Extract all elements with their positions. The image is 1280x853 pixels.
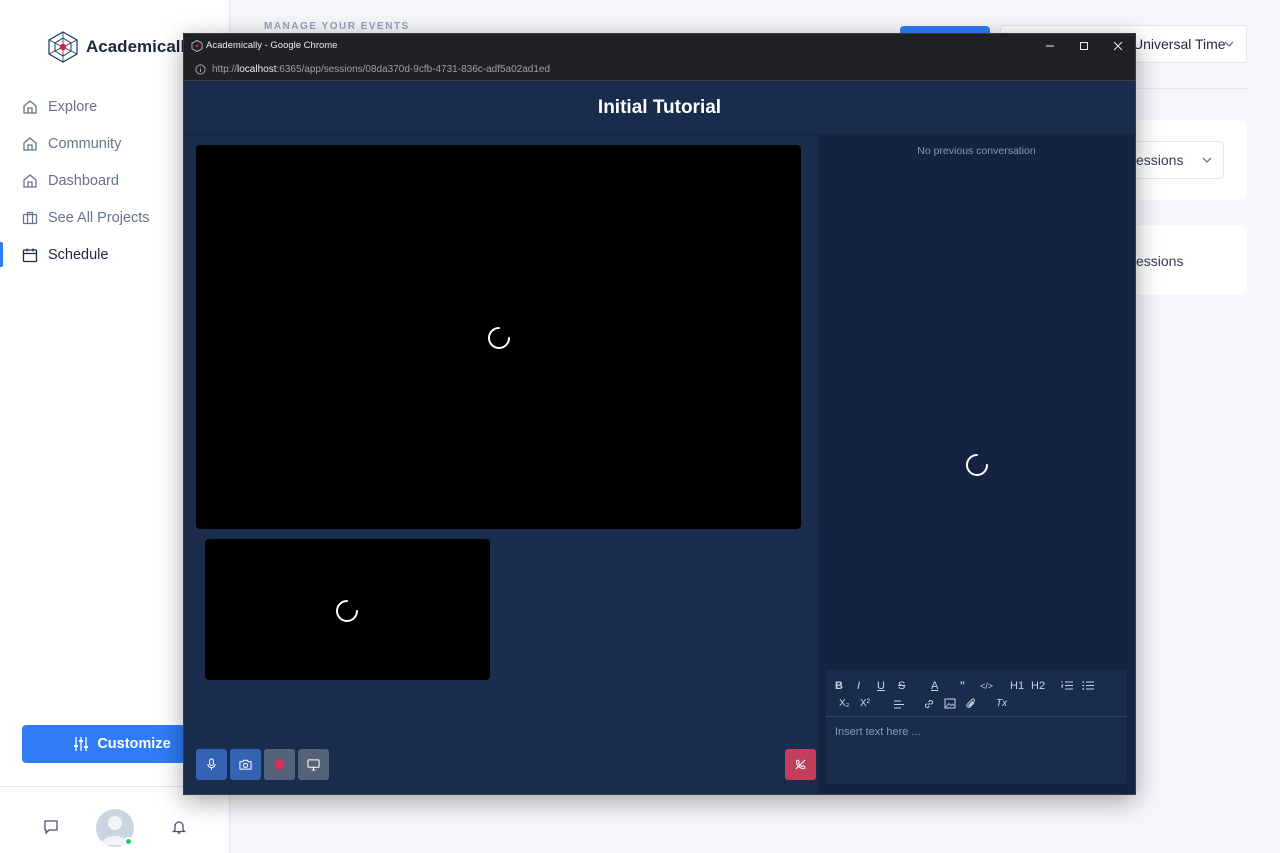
call-controls: [184, 736, 818, 794]
home-icon: [23, 99, 37, 114]
brand-name: Academically: [86, 37, 195, 56]
chat-empty-text: No previous conversation: [917, 145, 1036, 157]
session-header: Initial Tutorial: [184, 82, 1135, 135]
window-titlebar[interactable]: Academically - Google Chrome: [184, 34, 1135, 58]
loading-spinner-icon: [336, 600, 358, 622]
app-favicon-icon: [191, 40, 203, 52]
minimize-button[interactable]: [1033, 34, 1067, 58]
heading-2-button[interactable]: H2: [1031, 680, 1045, 692]
camera-button[interactable]: [230, 749, 261, 780]
window-title: Academically - Google Chrome: [206, 40, 338, 51]
ordered-list-icon[interactable]: [1061, 680, 1073, 691]
maximize-button[interactable]: [1067, 34, 1101, 58]
home-icon: [23, 136, 37, 151]
maximize-icon: [1080, 42, 1088, 50]
sidebar-item-label: Schedule: [48, 246, 109, 263]
session-popup-window: Academically - Google Chrome http://loca…: [183, 33, 1136, 795]
chat-editor: B I U S A ” </> H1 H2 X₂ X² Tx Insert te…: [826, 670, 1127, 784]
close-button[interactable]: [1101, 34, 1135, 58]
session-title: Initial Tutorial: [597, 97, 722, 118]
sidebar-item-label: Dashboard: [48, 172, 119, 189]
online-status-dot: [124, 837, 133, 846]
calendar-icon: [22, 248, 38, 262]
page-caption: MANAGE YOUR EVENTS: [264, 21, 410, 32]
message-input[interactable]: Insert text here ...: [835, 726, 921, 738]
url-text: http://localhost:6365/app/sessions/08da3…: [212, 64, 550, 75]
screen-share-button[interactable]: [298, 749, 329, 780]
sidebar-item-label: See All Projects: [48, 209, 150, 226]
logo-icon: [48, 31, 78, 63]
chat-panel: No previous conversation B I U S A ” </>…: [818, 135, 1135, 794]
strikethrough-button[interactable]: S: [898, 680, 905, 692]
underline-button[interactable]: U: [877, 680, 885, 692]
brand-logo[interactable]: Academically: [46, 30, 195, 64]
align-icon[interactable]: [893, 699, 905, 710]
heading-1-button[interactable]: H1: [1010, 680, 1024, 692]
customize-label: Customize: [97, 736, 171, 752]
text-color-button[interactable]: A: [931, 680, 938, 692]
sessions-filter-label: essions: [1136, 152, 1184, 168]
sliders-icon: [74, 737, 89, 751]
microphone-button[interactable]: [196, 749, 227, 780]
url-host: localhost: [237, 64, 277, 75]
briefcase-icon: [22, 211, 38, 224]
superscript-button[interactable]: X²: [860, 698, 870, 710]
record-icon: [274, 759, 285, 770]
window-controls: [1033, 34, 1135, 58]
chevron-down-icon: [1224, 41, 1234, 47]
video-area: [184, 135, 818, 735]
bullet-list-icon[interactable]: [1082, 680, 1094, 691]
clear-format-button[interactable]: Tx: [996, 698, 1007, 710]
info-icon[interactable]: [195, 64, 206, 75]
sidebar-item-label: Community: [48, 135, 122, 152]
loading-spinner-icon: [488, 327, 510, 349]
leave-call-button[interactable]: [785, 749, 816, 780]
code-button[interactable]: </>: [980, 680, 993, 692]
divider: [1136, 88, 1248, 89]
end-call-icon: [795, 759, 806, 770]
minimize-icon: [1046, 45, 1054, 47]
sidebar-footer: [0, 786, 230, 853]
timezone-label: Universal Time: [1133, 36, 1226, 52]
sidebar-item-label: Explore: [48, 98, 98, 115]
home-icon: [23, 173, 37, 188]
loading-spinner-icon: [966, 454, 988, 476]
chat-icon[interactable]: [43, 819, 59, 835]
image-icon[interactable]: [944, 698, 956, 709]
bold-button[interactable]: B: [835, 680, 843, 692]
self-video-feed[interactable]: [205, 539, 490, 680]
editor-toolbar: B I U S A ” </> H1 H2 X₂ X² Tx: [826, 670, 1127, 717]
sessions-card-label: essions: [1136, 253, 1184, 269]
url-scheme: http://: [212, 64, 238, 75]
screen-share-icon: [307, 759, 320, 771]
bell-icon[interactable]: [171, 819, 187, 835]
main-video-feed[interactable]: [196, 145, 801, 529]
address-bar[interactable]: http://localhost:6365/app/sessions/08da3…: [184, 58, 1135, 81]
close-icon: [1113, 41, 1123, 51]
microphone-icon: [207, 758, 216, 771]
chevron-down-icon: [1202, 157, 1212, 163]
blockquote-button[interactable]: ”: [960, 679, 965, 693]
record-button[interactable]: [264, 749, 295, 780]
link-icon[interactable]: [923, 698, 935, 710]
italic-button[interactable]: I: [857, 680, 860, 692]
camera-icon: [239, 759, 252, 770]
subscript-button[interactable]: X₂: [839, 698, 850, 710]
url-path: :6365/app/sessions/08da370d-9cfb-4731-83…: [276, 64, 551, 75]
attachment-icon[interactable]: [965, 698, 977, 710]
